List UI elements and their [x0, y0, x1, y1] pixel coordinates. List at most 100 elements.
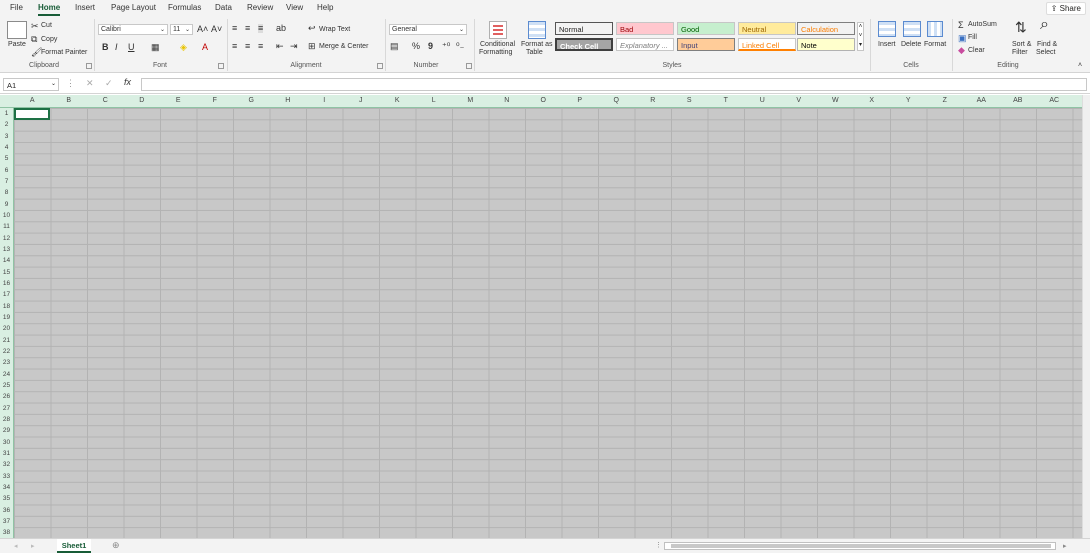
percent-button[interactable]: %: [412, 42, 420, 51]
fill-color-icon[interactable]: ◈: [180, 43, 187, 52]
format-painter-button[interactable]: Format Painter: [41, 49, 87, 56]
column-header[interactable]: H: [270, 97, 307, 104]
styles-scroll[interactable]: ˄ ˅ ▾: [857, 22, 864, 51]
increase-decimal-icon[interactable]: ⁺⁰: [442, 42, 450, 51]
row-header[interactable]: 5: [0, 155, 13, 162]
column-header[interactable]: K: [379, 97, 416, 104]
italic-button[interactable]: I: [115, 43, 118, 52]
column-header[interactable]: F: [197, 97, 234, 104]
sheet-tab[interactable]: Sheet1: [57, 539, 91, 553]
decrease-indent-icon[interactable]: ⇤: [276, 42, 284, 51]
number-launcher[interactable]: [466, 63, 472, 69]
tab-view[interactable]: View: [286, 3, 303, 12]
style-calculation[interactable]: Calculation: [797, 22, 855, 35]
row-header[interactable]: 32: [0, 461, 13, 468]
column-header[interactable]: B: [51, 97, 88, 104]
column-header[interactable]: W: [817, 97, 854, 104]
tab-file[interactable]: File: [10, 3, 23, 12]
row-header[interactable]: 36: [0, 507, 13, 514]
fill-button[interactable]: Fill: [968, 34, 977, 41]
row-header[interactable]: 23: [0, 359, 13, 366]
column-header[interactable]: Q: [598, 97, 635, 104]
row-header[interactable]: 18: [0, 303, 13, 310]
increase-font-icon[interactable]: A˄: [197, 25, 208, 34]
column-header[interactable]: D: [124, 97, 161, 104]
row-header[interactable]: 26: [0, 393, 13, 400]
name-box[interactable]: A1 ⌄: [3, 78, 59, 91]
column-header[interactable]: O: [525, 97, 562, 104]
column-header[interactable]: AC: [1036, 97, 1073, 104]
style-input[interactable]: Input: [677, 38, 735, 51]
row-header[interactable]: 15: [0, 269, 13, 276]
row-header[interactable]: 35: [0, 495, 13, 502]
horizontal-scrollbar[interactable]: [664, 542, 1056, 550]
filter-label[interactable]: Filter: [1012, 49, 1028, 56]
column-header[interactable]: M: [452, 97, 489, 104]
find-label[interactable]: Find &: [1037, 41, 1057, 48]
accounting-icon[interactable]: ▤: [390, 42, 399, 51]
row-header[interactable]: 22: [0, 348, 13, 355]
decrease-font-icon[interactable]: A˅: [211, 25, 222, 34]
row-header[interactable]: 20: [0, 325, 13, 332]
align-left-icon[interactable]: ≡: [232, 42, 237, 51]
share-button[interactable]: ⇪ Share: [1045, 2, 1086, 15]
number-format-dropdown[interactable]: General ⌄: [389, 24, 467, 35]
column-header[interactable]: C: [87, 97, 124, 104]
row-header[interactable]: 9: [0, 201, 13, 208]
row-header[interactable]: 28: [0, 416, 13, 423]
style-note[interactable]: Note: [797, 38, 855, 51]
cell-area[interactable]: [14, 108, 1082, 538]
scroll-right-icon[interactable]: ▸: [31, 542, 35, 551]
row-header[interactable]: 37: [0, 518, 13, 525]
column-header[interactable]: X: [854, 97, 891, 104]
copy-button[interactable]: Copy: [41, 36, 57, 43]
formatting-label[interactable]: Formatting: [479, 49, 512, 56]
column-header[interactable]: P: [562, 97, 599, 104]
tab-home[interactable]: Home: [38, 3, 61, 16]
cancel-icon[interactable]: ✕: [86, 79, 94, 88]
column-header[interactable]: T: [708, 97, 745, 104]
conditional-label[interactable]: Conditional: [480, 41, 515, 48]
align-top-icon[interactable]: ≡: [232, 24, 237, 33]
row-header[interactable]: 34: [0, 484, 13, 491]
column-header[interactable]: A: [14, 97, 51, 104]
wrap-text-button[interactable]: Wrap Text: [319, 26, 350, 33]
vertical-scrollbar[interactable]: [1082, 95, 1090, 538]
row-header[interactable]: 25: [0, 382, 13, 389]
row-header[interactable]: 24: [0, 371, 13, 378]
font-color-icon[interactable]: A: [202, 43, 208, 52]
row-header[interactable]: 1: [0, 110, 13, 117]
tab-formulas[interactable]: Formulas: [168, 3, 201, 12]
column-header[interactable]: AA: [963, 97, 1000, 104]
row-header[interactable]: 21: [0, 337, 13, 344]
row-header[interactable]: 16: [0, 280, 13, 287]
bold-button[interactable]: B: [102, 43, 109, 52]
row-header[interactable]: 17: [0, 291, 13, 298]
add-sheet-icon[interactable]: ⊕: [112, 541, 120, 550]
row-header[interactable]: 31: [0, 450, 13, 457]
column-header[interactable]: I: [306, 97, 343, 104]
row-header[interactable]: 30: [0, 439, 13, 446]
row-header[interactable]: 6: [0, 167, 13, 174]
tab-page-layout[interactable]: Page Layout: [111, 3, 156, 12]
cut-button[interactable]: Cut: [41, 22, 52, 29]
row-header[interactable]: 27: [0, 405, 13, 412]
increase-indent-icon[interactable]: ⇥: [290, 42, 298, 51]
orientation-icon[interactable]: ab: [276, 24, 286, 33]
select-label[interactable]: Select: [1036, 49, 1055, 56]
tab-help[interactable]: Help: [317, 3, 333, 12]
style-neutral[interactable]: Neutral: [738, 22, 796, 35]
style-linked-cell[interactable]: Linked Cell: [738, 38, 796, 51]
autosum-button[interactable]: AutoSum: [968, 21, 997, 28]
format-as-label[interactable]: Format as: [521, 41, 553, 48]
font-size-dropdown[interactable]: 11 ⌄: [170, 24, 193, 35]
font-launcher[interactable]: [218, 63, 224, 69]
row-header[interactable]: 11: [0, 223, 13, 230]
column-header[interactable]: N: [489, 97, 526, 104]
row-header[interactable]: 29: [0, 427, 13, 434]
row-header[interactable]: 7: [0, 178, 13, 185]
column-header[interactable]: J: [343, 97, 380, 104]
format-cells-button[interactable]: Format: [924, 41, 946, 48]
row-header[interactable]: 38: [0, 529, 13, 536]
style-normal[interactable]: Normal: [555, 22, 613, 35]
